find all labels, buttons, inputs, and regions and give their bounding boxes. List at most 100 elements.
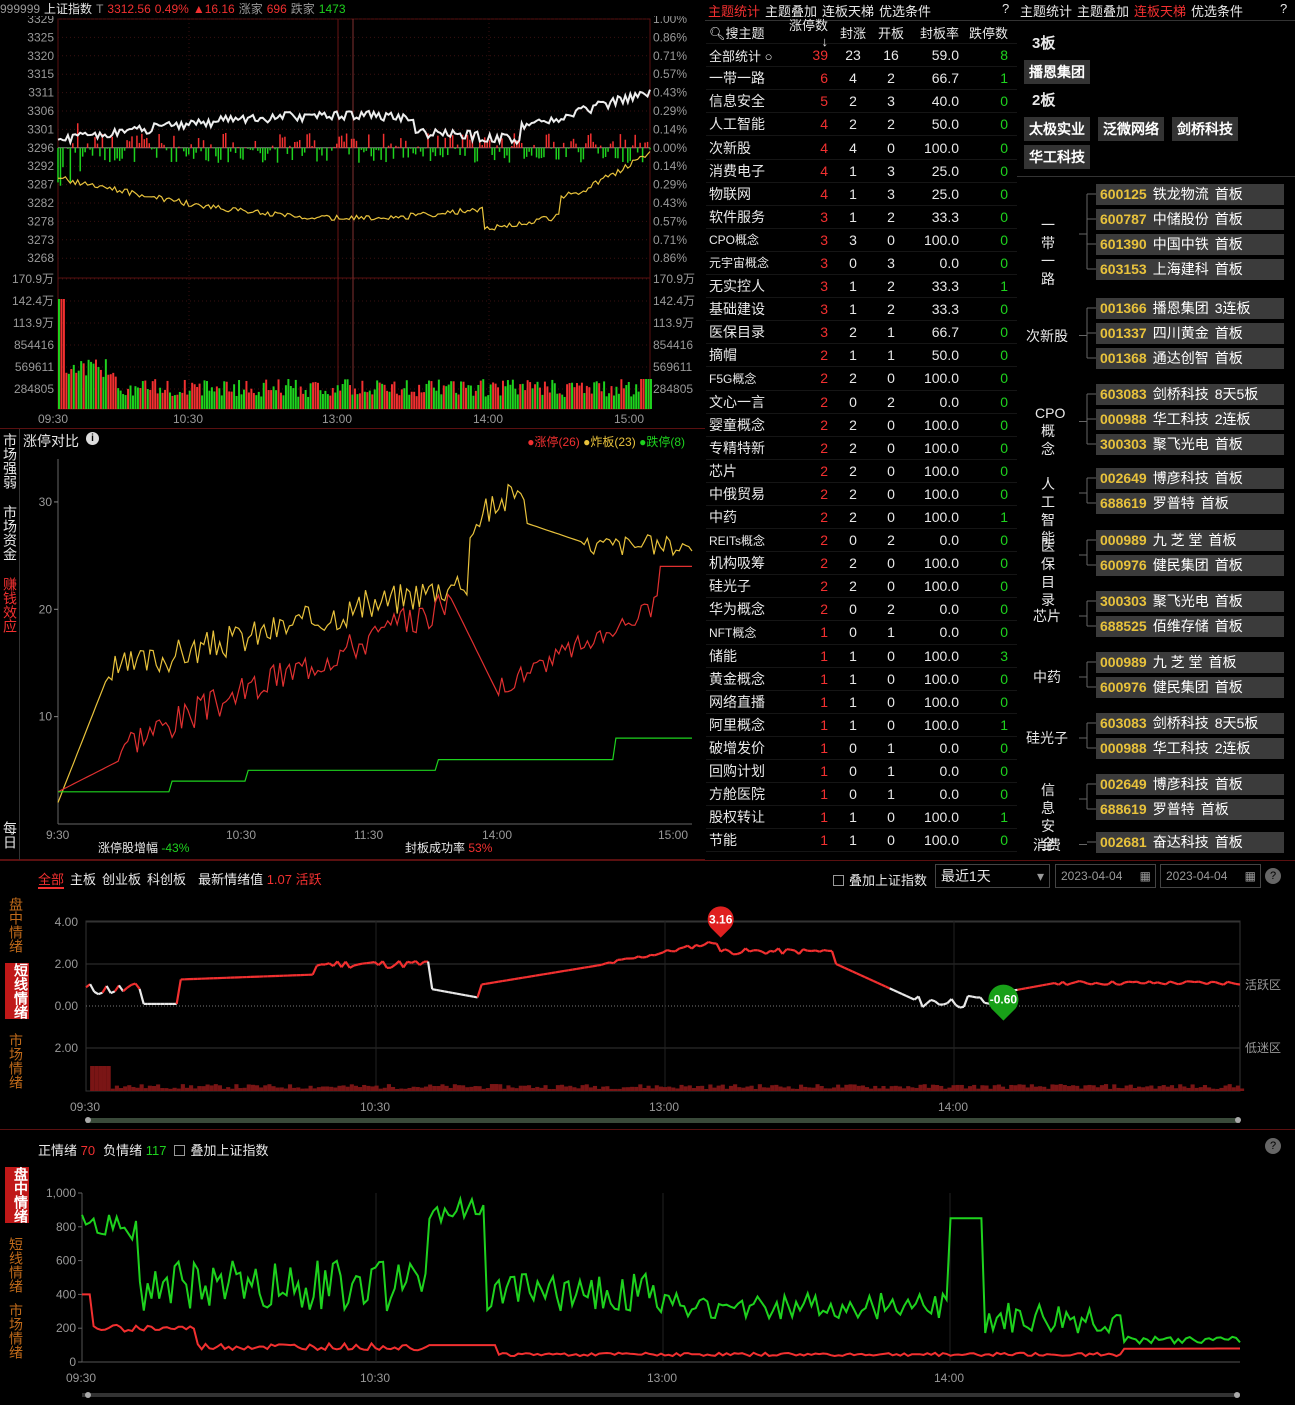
overlay-toggle[interactable]: 叠加上证指数 <box>833 870 927 889</box>
help-icon[interactable]: ? <box>1265 868 1281 884</box>
ladder-stock[interactable]: 600787 中储股份 首板 <box>1096 209 1284 230</box>
col-seal[interactable]: 封涨 <box>834 23 872 42</box>
side-tab-intraday-2[interactable]: 盘中情绪 <box>5 1167 29 1223</box>
tab2-theme-overlay[interactable]: 主题叠加 <box>1077 4 1129 19</box>
table-row-summary[interactable]: 全部统计 ○ 39 23 16 59.0 8 <box>706 44 1017 68</box>
table-row[interactable]: 婴童概念 2 2 0 100.0 0 <box>706 414 1017 437</box>
table-row[interactable]: 一带一路 6 4 2 66.7 1 <box>706 67 1017 91</box>
ladder-stock[interactable]: 300303 聚飞光电 首板 <box>1096 591 1284 612</box>
table-row[interactable]: 华为概念 2 0 2 0.0 0 <box>706 598 1017 622</box>
tab-theme-stats[interactable]: 主题统计 <box>708 4 760 19</box>
ladder-stock[interactable]: 688619 罗普特 首板 <box>1096 493 1284 514</box>
ladder-stock[interactable]: 001337 四川黄金 首板 <box>1096 323 1284 344</box>
side-tab-market-funds[interactable]: 市场资金 <box>2 505 18 561</box>
search-theme[interactable]: 🔍︎搜主题 <box>706 23 784 42</box>
chip-stock[interactable]: 剑桥科技 <box>1172 117 1238 141</box>
table-row[interactable]: 机构吸筹 2 2 0 100.0 0 <box>706 552 1017 576</box>
side-tab-market[interactable]: 市场情绪 <box>8 1033 24 1089</box>
ladder-stock[interactable]: 603153 上海建科 首板 <box>1096 259 1284 280</box>
tab2-ladder[interactable]: 连板天梯 <box>1134 4 1186 19</box>
table-row[interactable]: 方舱医院 1 0 1 0.0 0 <box>706 783 1017 807</box>
side-tab-market-strength[interactable]: 市场强弱 <box>2 433 18 489</box>
ladder-stock[interactable]: 603083 剑桥科技 8天5板 <box>1096 384 1284 405</box>
table-row[interactable]: 元宇宙概念 3 0 3 0.0 0 <box>706 252 1017 276</box>
calendar-icon[interactable]: ▦ <box>1140 865 1151 887</box>
table-row[interactable]: 医保目录 3 2 1 66.7 0 <box>706 321 1017 345</box>
tab2-theme-stats[interactable]: 主题统计 <box>1020 4 1072 19</box>
info-icon[interactable]: i <box>86 432 99 445</box>
tab-preferred[interactable]: 优选条件 <box>879 4 931 19</box>
ladder-stock[interactable]: 600125 铁龙物流 首板 <box>1096 184 1284 205</box>
ladder-stock[interactable]: 688525 佰维存储 首板 <box>1096 616 1284 637</box>
table-row[interactable]: 物联网 4 1 3 25.0 0 <box>706 183 1017 206</box>
ladder-stock[interactable]: 002649 博彦科技 首板 <box>1096 468 1284 489</box>
side-tab-intraday[interactable]: 盘中情绪 <box>8 897 24 953</box>
ladder-stock[interactable]: 601390 中国中铁 首板 <box>1096 234 1284 255</box>
checkbox[interactable] <box>174 1145 186 1156</box>
side-tab-market-2[interactable]: 市场情绪 <box>8 1303 24 1359</box>
help-icon[interactable]: ? <box>1002 1 1009 16</box>
side-tab-daily[interactable]: 每日 <box>2 821 18 849</box>
overlay-label-2[interactable]: 叠加上证指数 <box>190 1143 268 1158</box>
side-tab-short-2[interactable]: 短线情绪 <box>8 1237 24 1293</box>
filter-all[interactable]: 全部 <box>38 872 65 889</box>
side-tab-profit-effect[interactable]: 赚钱效应 <box>2 577 18 633</box>
table-row[interactable]: 黄金概念 1 1 0 100.0 0 <box>706 668 1017 691</box>
calendar-icon[interactable]: ▦ <box>1245 865 1256 887</box>
table-row[interactable]: 基础建设 3 1 2 33.3 0 <box>706 298 1017 322</box>
table-row[interactable]: REITs概念 2 0 2 0.0 0 <box>706 529 1017 553</box>
table-row[interactable]: 信息安全 5 2 3 40.0 0 <box>706 90 1017 114</box>
table-row[interactable]: 文心一言 2 0 2 0.0 0 <box>706 391 1017 414</box>
table-row[interactable]: 储能 1 1 0 100.0 3 <box>706 645 1017 668</box>
ladder-stock[interactable]: 002649 博彦科技 首板 <box>1096 774 1284 795</box>
table-row[interactable]: 芯片 2 2 0 100.0 0 <box>706 460 1017 483</box>
table-row[interactable]: 硅光子 2 2 0 100.0 0 <box>706 575 1017 599</box>
ladder-stock[interactable]: 000989 九 芝 堂首板 <box>1096 652 1284 673</box>
checkbox[interactable] <box>833 875 844 886</box>
ladder-stock[interactable]: 603083 剑桥科技 8天5板 <box>1096 713 1284 734</box>
filter-main[interactable]: 主板 <box>70 872 96 887</box>
intraday-chart[interactable]: 3329 1.00% 3325 0.86% 3320 0.71% 3315 0.57% 3311… <box>0 16 705 428</box>
filter-gem[interactable]: 创业板 <box>102 872 141 887</box>
table-row[interactable]: 人工智能 4 2 2 50.0 0 <box>706 113 1017 137</box>
col-open[interactable]: 开板 <box>872 23 910 42</box>
ladder-stock[interactable]: 688619 罗普特 首板 <box>1096 799 1284 820</box>
col-down[interactable]: 跌停数 <box>963 23 1013 42</box>
table-row[interactable]: 阿里概念 1 1 0 100.0 1 <box>706 714 1017 737</box>
ladder-stock[interactable]: 001366 播恩集团 3连板 <box>1096 298 1284 319</box>
table-row[interactable]: 破增发价 1 0 1 0.0 0 <box>706 737 1017 760</box>
range-select[interactable]: 最近1天 ▾ <box>935 864 1050 888</box>
index-name[interactable]: 上证指数 <box>44 2 92 16</box>
table-row[interactable]: 摘帽 2 1 1 50.0 0 <box>706 344 1017 368</box>
col-rate[interactable]: 封板率 <box>910 23 963 42</box>
table-row[interactable]: 次新股 4 4 0 100.0 0 <box>706 136 1017 160</box>
table-row[interactable]: 软件服务 3 1 2 33.3 0 <box>706 206 1017 229</box>
ladder-stock[interactable]: 600976 健民集团 首板 <box>1096 555 1284 576</box>
chip-stock[interactable]: 太极实业 <box>1024 117 1090 141</box>
ladder-stock[interactable]: 300303 聚飞光电 首板 <box>1096 434 1284 455</box>
table-row[interactable]: 股权转让 1 1 0 100.0 1 <box>706 806 1017 830</box>
col-up[interactable]: 涨停数↓ <box>784 15 834 49</box>
ladder-stock[interactable]: 002681 奋达科技 首板 <box>1096 832 1284 853</box>
table-row[interactable]: 专精特新 2 2 0 100.0 0 <box>706 437 1017 460</box>
date-to[interactable]: 2023-04-04 ▦ <box>1160 864 1261 888</box>
chip-stock[interactable]: 华工科技 <box>1024 145 1090 169</box>
ladder-stock[interactable]: 600976 健民集团 首板 <box>1096 677 1284 698</box>
table-row[interactable]: CPO概念 3 3 0 100.0 0 <box>706 229 1017 252</box>
ladder-stock[interactable]: 000988 华工科技 2连板 <box>1096 738 1284 759</box>
filter-star[interactable]: 科创板 <box>147 872 186 887</box>
table-row[interactable]: 中药 2 2 0 100.0 1 <box>706 506 1017 530</box>
table-row[interactable]: 中俄贸易 2 2 0 100.0 0 <box>706 483 1017 506</box>
tab2-preferred[interactable]: 优选条件 <box>1191 4 1243 19</box>
help-icon[interactable]: ? <box>1265 1138 1281 1154</box>
ladder-stock[interactable]: 000989 九 芝 堂首板 <box>1096 530 1284 551</box>
table-row[interactable]: F5G概念 2 2 0 100.0 0 <box>706 367 1017 391</box>
ladder-stock[interactable]: 001368 通达创智 首板 <box>1096 348 1284 369</box>
table-row[interactable]: 消费电子 4 1 3 25.0 0 <box>706 160 1017 183</box>
chip-stock[interactable]: 播恩集团 <box>1024 60 1090 84</box>
table-row[interactable]: 回购计划 1 0 1 0.0 0 <box>706 760 1017 784</box>
side-tab-short[interactable]: 短线情绪 <box>5 963 29 1019</box>
table-row[interactable]: NFT概念 1 0 1 0.0 0 <box>706 621 1017 645</box>
help-icon-2[interactable]: ? <box>1280 1 1287 16</box>
ladder-stock[interactable]: 000988 华工科技 2连板 <box>1096 409 1284 430</box>
